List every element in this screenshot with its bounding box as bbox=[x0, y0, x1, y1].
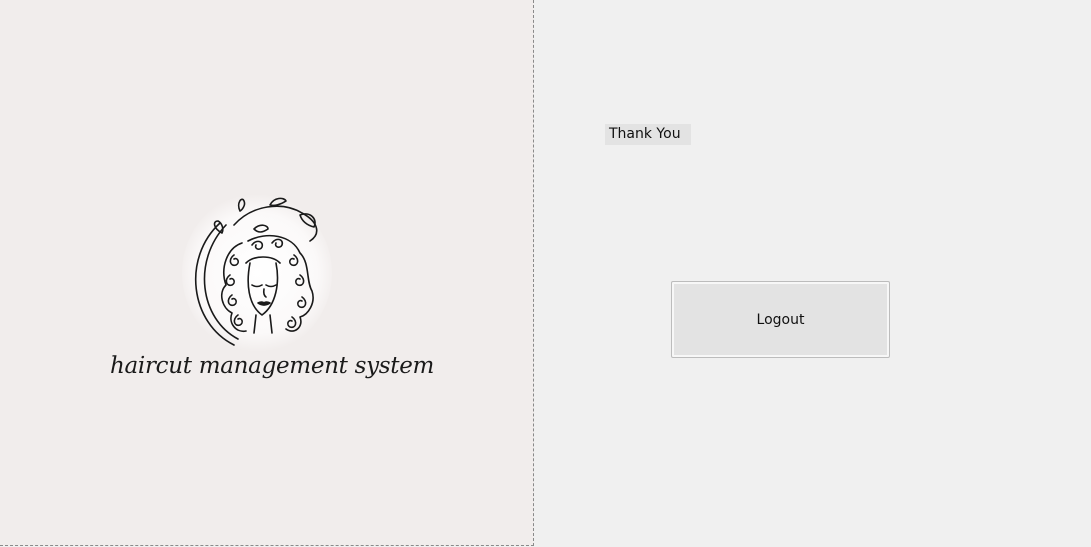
woman-curly-hair-logo-icon bbox=[194, 197, 318, 346]
logo-panel: haircut management system bbox=[0, 0, 534, 546]
logo-caption: haircut management system bbox=[110, 353, 435, 379]
thank-you-label: Thank You bbox=[605, 124, 691, 145]
app-window: haircut management system Thank You Logo… bbox=[0, 0, 1091, 547]
logout-button[interactable]: Logout bbox=[671, 281, 890, 358]
logo: haircut management system bbox=[110, 185, 435, 395]
